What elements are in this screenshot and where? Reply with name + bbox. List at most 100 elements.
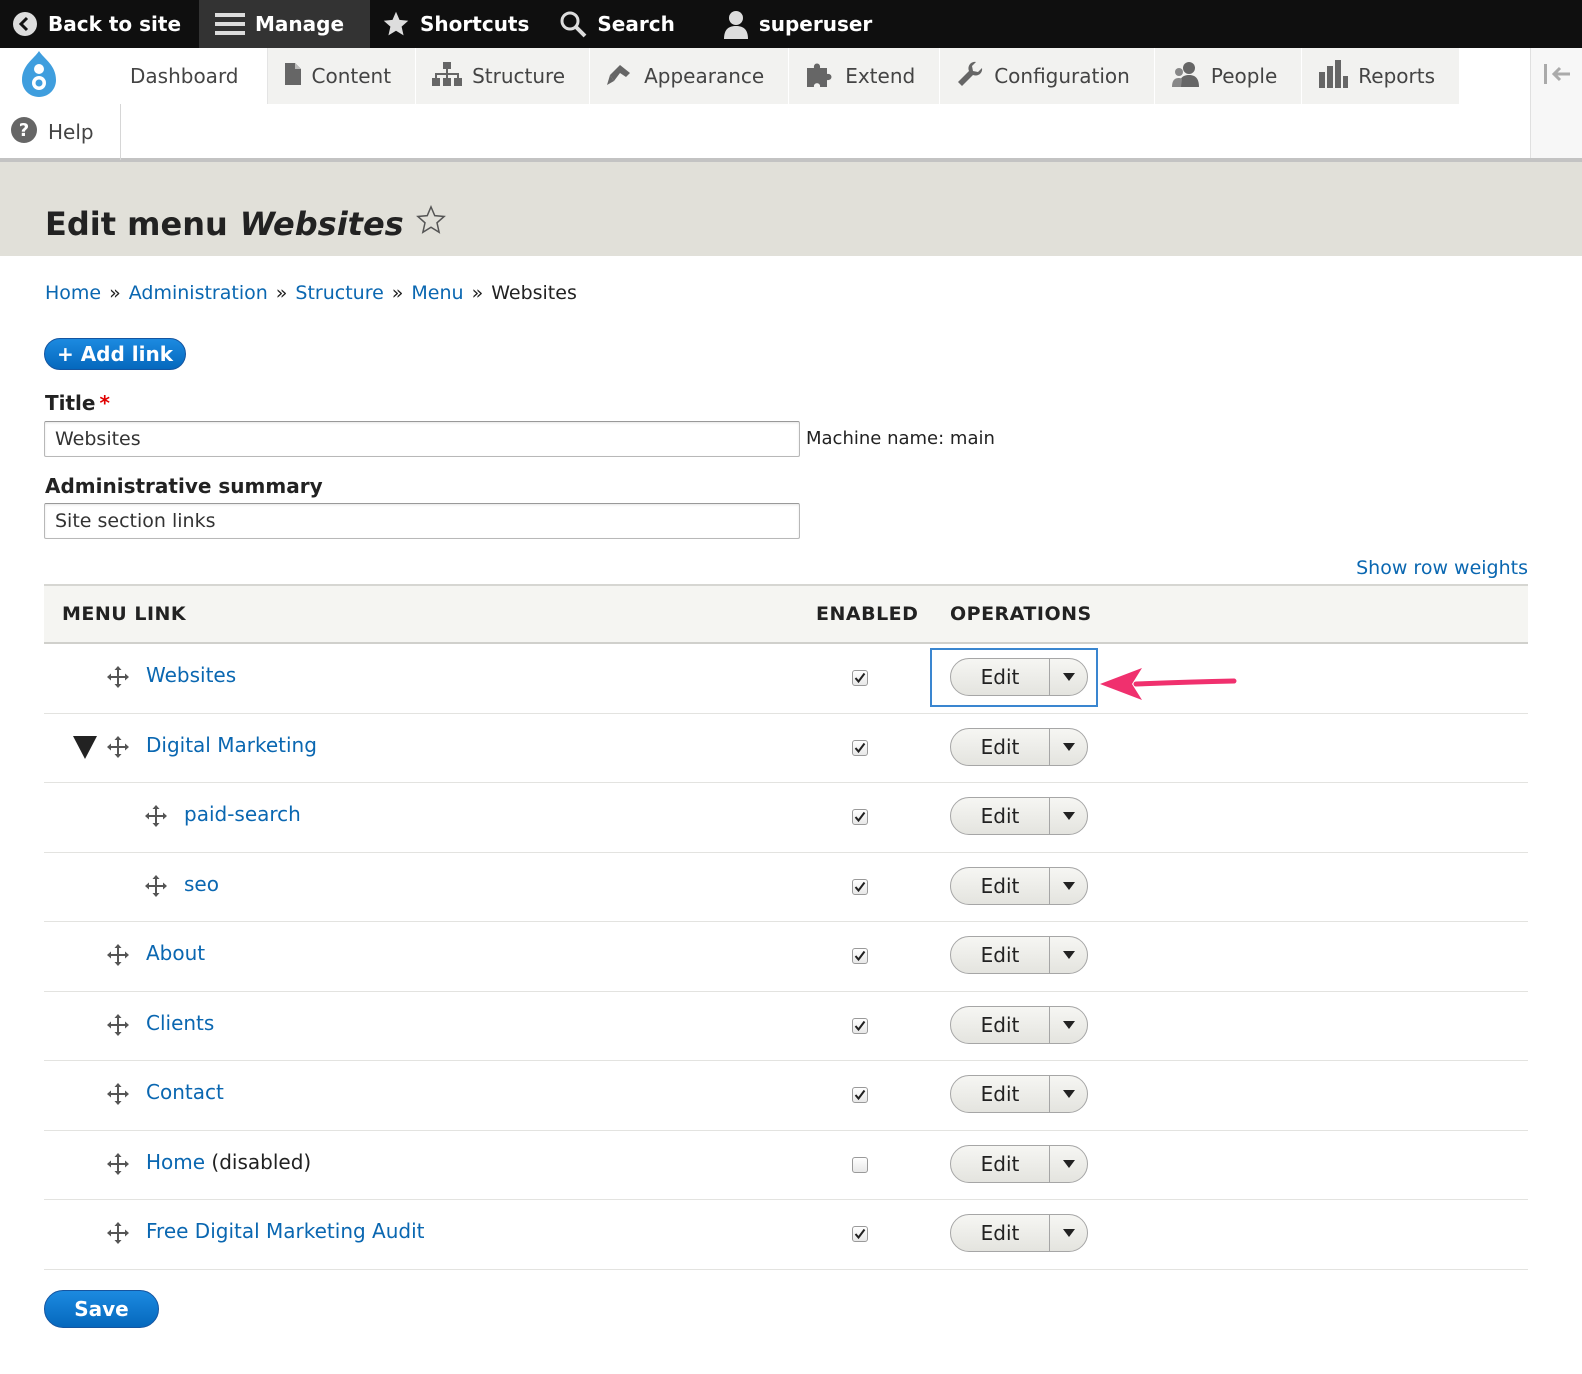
drag-handle-icon[interactable] (106, 735, 130, 763)
edit-button[interactable]: Edit (951, 798, 1050, 834)
menu-item-label: Configuration (994, 64, 1130, 88)
collapse-tray-button[interactable] (1530, 48, 1582, 158)
dropbutton-toggle[interactable] (1050, 1089, 1087, 1099)
hamburger-icon (215, 12, 246, 36)
edit-button[interactable]: Edit (951, 1076, 1050, 1112)
dropbutton-toggle[interactable] (1050, 1228, 1087, 1238)
menu-item-configuration[interactable]: Configuration (940, 48, 1155, 104)
drag-handle-icon[interactable] (144, 804, 168, 832)
breadcrumb-separator: » (109, 282, 121, 304)
bar-chart-icon (1318, 59, 1349, 93)
menu-item-structure[interactable]: Structure (416, 48, 591, 104)
edit-button[interactable]: Edit (951, 1215, 1050, 1251)
edit-button[interactable]: Edit (951, 728, 1050, 765)
manage-tab[interactable]: Manage (199, 0, 371, 48)
breadcrumb-administration[interactable]: Administration (129, 282, 268, 304)
menu-link[interactable]: About (146, 941, 205, 965)
drag-handle-icon[interactable] (106, 665, 130, 693)
drag-handle-icon[interactable] (106, 1152, 130, 1180)
drag-handle-icon[interactable] (144, 874, 168, 902)
breadcrumb-home[interactable]: Home (45, 282, 101, 304)
menu-link[interactable]: Home (146, 1150, 205, 1174)
menu-link[interactable]: Clients (146, 1011, 214, 1035)
annotation-arrow (1098, 662, 1240, 710)
title-input[interactable] (44, 421, 800, 457)
required-marker: * (99, 391, 110, 415)
operations-dropbutton: Edit (950, 797, 1088, 835)
show-row-weights-link[interactable]: Show row weights (1356, 557, 1528, 579)
edit-button[interactable]: Edit (951, 1006, 1050, 1043)
menu-item-dashboard[interactable]: Dashboard (78, 48, 268, 104)
search-icon (559, 10, 587, 38)
dropbutton-toggle[interactable] (1050, 672, 1087, 682)
svg-text:?: ? (19, 120, 29, 141)
edit-button[interactable]: Edit (951, 867, 1050, 904)
menu-link-name: Contact (146, 1080, 224, 1104)
enabled-checkbox[interactable] (852, 670, 868, 686)
menu-item-content[interactable]: Content (267, 48, 417, 104)
enabled-checkbox[interactable] (852, 1087, 868, 1103)
enabled-checkbox[interactable] (852, 1226, 868, 1242)
dropbutton-toggle[interactable] (1050, 881, 1087, 891)
back-to-site-link[interactable]: Back to site (0, 0, 199, 48)
table-row: Free Digital Marketing Audit Edit (44, 1200, 1528, 1270)
menu-link[interactable]: Websites (146, 663, 236, 687)
menu-item-people[interactable]: People (1154, 48, 1303, 104)
caret-down-icon (1062, 1020, 1075, 1029)
menu-link-name: paid-search (184, 802, 301, 826)
drag-handle-icon[interactable] (106, 1221, 130, 1249)
save-button[interactable]: Save (44, 1290, 159, 1328)
user-label: superuser (758, 12, 873, 36)
menu-link[interactable]: Digital Marketing (146, 733, 317, 757)
menu-item-help[interactable]: ? Help (0, 104, 121, 160)
menu-link-name: seo (184, 872, 219, 896)
menu-link[interactable]: paid-search (184, 802, 301, 826)
enabled-checkbox[interactable] (852, 739, 868, 756)
edit-button[interactable]: Edit (951, 937, 1050, 973)
menu-item-label: Appearance (644, 64, 765, 88)
menu-item-extend[interactable]: Extend (789, 48, 941, 104)
add-link-button[interactable]: + Add link (44, 338, 186, 370)
summary-input[interactable] (44, 503, 800, 539)
menu-item-label: Help (48, 120, 94, 144)
enabled-checkbox[interactable] (852, 1156, 868, 1173)
enabled-checkbox[interactable] (852, 878, 868, 895)
table-row: Clients Edit (44, 992, 1528, 1061)
edit-button[interactable]: Edit (951, 659, 1050, 695)
expand-toggle-icon[interactable] (72, 734, 98, 764)
page-icon (284, 62, 302, 91)
caret-down-icon (1062, 1090, 1075, 1098)
collapse-arrow-icon (1542, 62, 1572, 158)
dropbutton-toggle[interactable] (1050, 811, 1087, 821)
dropbutton-toggle[interactable] (1050, 742, 1087, 752)
drag-handle-icon[interactable] (106, 1013, 130, 1041)
edit-button[interactable]: Edit (951, 1145, 1050, 1182)
breadcrumb-menu[interactable]: Menu (411, 282, 463, 304)
search-label: Search (597, 12, 675, 36)
menu-item-label: Reports (1358, 64, 1436, 88)
dropbutton-toggle[interactable] (1050, 1159, 1087, 1169)
title-label-text: Title (45, 391, 96, 415)
enabled-checkbox[interactable] (852, 948, 868, 964)
wrench-icon (956, 60, 984, 93)
user-tab[interactable]: superuser (693, 0, 890, 48)
shortcut-star-icon[interactable] (415, 204, 446, 243)
menu-item-appearance[interactable]: Appearance (590, 48, 790, 104)
menu-link[interactable]: Free Digital Marketing Audit (146, 1219, 425, 1243)
menu-item-reports[interactable]: Reports (1302, 48, 1461, 104)
menu-item-label: People (1210, 64, 1278, 88)
shortcuts-tab[interactable]: Shortcuts (370, 0, 547, 48)
enabled-checkbox[interactable] (852, 809, 868, 825)
breadcrumb-structure[interactable]: Structure (295, 282, 383, 304)
dropbutton-toggle[interactable] (1050, 1020, 1087, 1030)
drag-handle-icon[interactable] (106, 1082, 130, 1110)
caret-down-icon (1062, 881, 1075, 890)
dropbutton-toggle[interactable] (1050, 950, 1087, 960)
drag-handle-icon[interactable] (106, 943, 130, 971)
drupal-logo[interactable] (0, 48, 78, 104)
checkmark-icon (854, 881, 866, 892)
menu-link[interactable]: seo (184, 872, 219, 896)
enabled-checkbox[interactable] (852, 1017, 868, 1034)
menu-link[interactable]: Contact (146, 1080, 224, 1104)
search-tab[interactable]: Search (547, 0, 692, 48)
